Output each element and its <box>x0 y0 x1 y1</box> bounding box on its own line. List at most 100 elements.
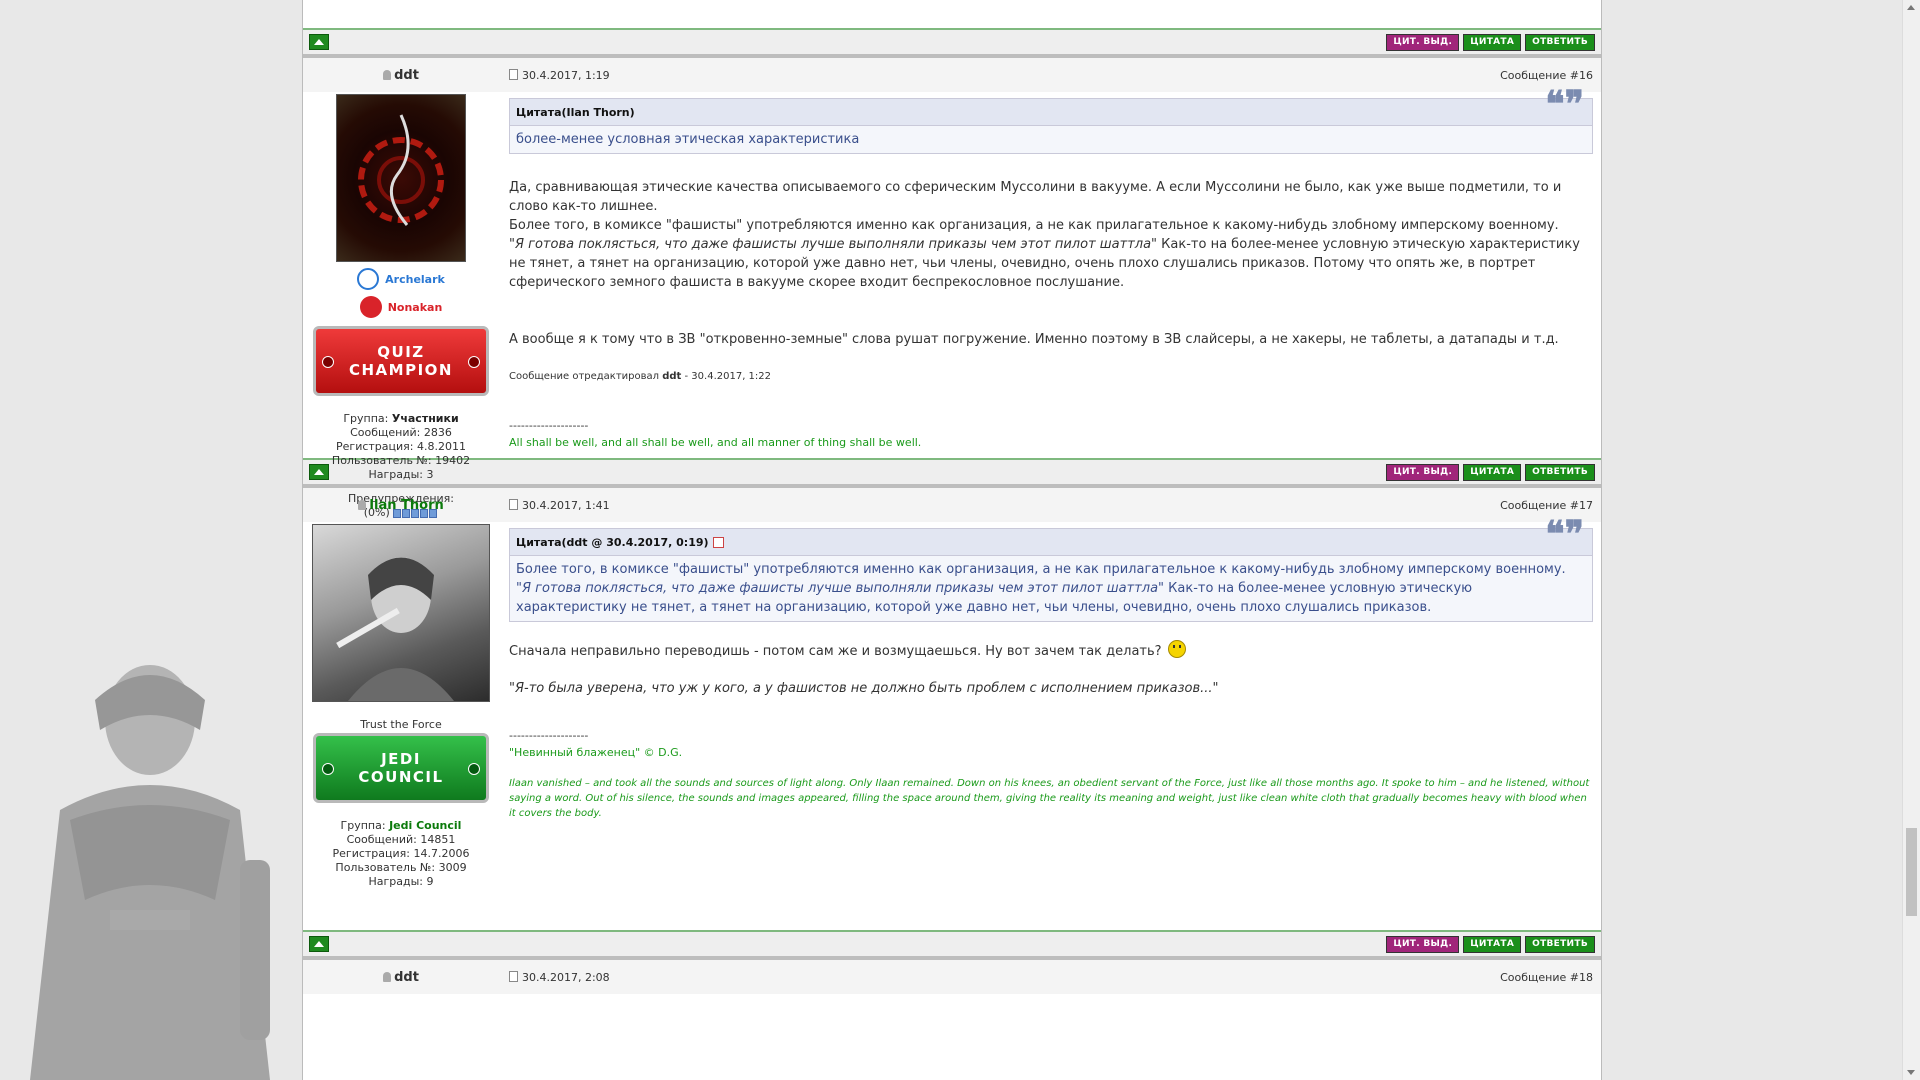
user-title: Trust the Force <box>360 718 442 731</box>
edit-note-date: - 30.4.2017, 1:22 <box>681 371 772 382</box>
reply-button[interactable]: ОТВЕТИТЬ <box>1525 935 1595 953</box>
post-date: 30.4.2017, 1:19 <box>499 68 1500 82</box>
quoted-italic: "Я готова поклясться, что даже фашисты л… <box>516 581 1165 596</box>
scroll-top-button[interactable] <box>309 936 329 952</box>
post-paragraph: А вообще я к тому что в ЗВ "откровенно-з… <box>509 332 1559 347</box>
post-icon <box>509 68 518 80</box>
arrow-up-icon <box>314 39 324 45</box>
badge-line-2: COUNCIL <box>358 768 444 786</box>
post-author[interactable]: ddt <box>303 68 499 83</box>
post-icon <box>509 970 518 982</box>
badge-line-2: CHAMPION <box>349 361 453 379</box>
group-label: Группа: <box>343 412 392 425</box>
quote-text: Более того, в комиксе "фашисты" употребл… <box>510 556 1592 621</box>
signature-line-2: Ilaan vanished – and took all the sounds… <box>509 778 1590 819</box>
post-paragraph: Да, сравнивающая этические качества опис… <box>509 180 1562 214</box>
author-name[interactable]: Ilan Thorn <box>369 498 444 513</box>
post-18: ddt 30.4.2017, 2:08 Сообщение #18 <box>303 960 1601 994</box>
quiz-champion-badge: QUIZ CHAMPION <box>313 326 489 396</box>
author-name[interactable]: ddt <box>394 970 419 985</box>
user-stats: Группа: Jedi Council Сообщений: 14851 Ре… <box>303 819 499 889</box>
post-number-link[interactable]: Сообщение #16 <box>1500 69 1601 82</box>
quote-title-text: Цитата(ddt @ 30.4.2017, 0:19) <box>516 535 709 549</box>
quote-block: Цитата(Ilan Thorn) ❝❞ более-менее условн… <box>509 83 1593 154</box>
post-author[interactable]: ddt <box>303 970 499 985</box>
quote-button[interactable]: ЦИТАТА <box>1463 33 1522 51</box>
registration-date: Регистрация: 4.8.2011 <box>336 440 466 453</box>
registration-date: Регистрация: 14.7.2006 <box>332 847 470 860</box>
reply-button[interactable]: ОТВЕТИТЬ <box>1525 463 1595 481</box>
quote-marks-icon: ❝❞ <box>1545 83 1584 125</box>
signature-line-1: "Невинный блаженец" © D.G. <box>509 746 683 759</box>
post-number-link[interactable]: Сообщение #18 <box>1500 971 1601 984</box>
post-number-link[interactable]: Сообщение #17 <box>1500 499 1601 512</box>
quote-text: более-менее условная этическая характери… <box>516 132 860 147</box>
quote-selected-button[interactable]: ЦИТ. ВЫД. <box>1386 935 1460 953</box>
user-number: Пользователь №: 3009 <box>335 861 467 874</box>
edit-note: Сообщение отредактировал ddt - 30.4.2017… <box>509 367 1593 386</box>
quote-button[interactable]: ЦИТАТА <box>1463 463 1522 481</box>
author-name[interactable]: ddt <box>394 68 419 83</box>
nonakan-award-icon <box>359 296 382 318</box>
badge-line-1: QUIZ <box>377 343 425 361</box>
post-content: Цитата(ddt @ 30.4.2017, 0:19) ❝❞ Более т… <box>499 513 1601 930</box>
signature-separator: -------------------- <box>509 419 589 432</box>
user-number: Пользователь №: 19402 <box>331 454 471 467</box>
avatar[interactable] <box>312 524 490 702</box>
post-date-text: 30.4.2017, 1:19 <box>522 68 610 82</box>
reward-count: Награды: 9 <box>368 875 434 888</box>
arrow-up-icon <box>314 469 324 475</box>
edit-author: ddt <box>662 371 682 382</box>
user-offline-icon <box>358 499 367 510</box>
quote-paragraph: Более того, в комиксе "фашисты" употребл… <box>516 562 1566 577</box>
post-content: Цитата(Ilan Thorn) ❝❞ более-менее условн… <box>499 83 1601 458</box>
forum-topic: ЦИТ. ВЫД. ЦИТАТА ОТВЕТИТЬ ddt 30.4.2017,… <box>302 0 1602 1080</box>
previous-post-remnant <box>303 0 1601 30</box>
post-author[interactable]: Ilan Thorn <box>303 498 499 513</box>
award-nonakan[interactable]: Nonakan <box>303 296 499 318</box>
post-actions-bar: ЦИТ. ВЫД. ЦИТАТА ОТВЕТИТЬ <box>303 932 1601 960</box>
post-icon <box>509 498 518 510</box>
scrollbar-thumb[interactable] <box>1906 828 1917 916</box>
quote-title: Цитата(Ilan Thorn) <box>510 99 1592 126</box>
award-archelark[interactable]: Archelark <box>303 268 499 290</box>
jedi-council-badge: JEDI COUNCIL <box>313 733 489 803</box>
smiley-icon <box>1167 640 1186 658</box>
avatar[interactable] <box>336 94 466 262</box>
user-info-panel: Trust the Force JEDI COUNCIL Группа: Jedi… <box>303 522 499 930</box>
post-date-text: 30.4.2017, 2:08 <box>522 970 610 984</box>
post-actions-bar: ЦИТ. ВЫД. ЦИТАТА ОТВЕТИТЬ <box>303 30 1601 58</box>
page-scrollbar[interactable] <box>1902 0 1920 1080</box>
post-17: Ilan Thorn 30.4.2017, 1:41 Сообщение #17… <box>303 488 1601 930</box>
scroll-top-button[interactable] <box>309 464 329 480</box>
quote-selected-button[interactable]: ЦИТ. ВЫД. <box>1386 463 1460 481</box>
paragraph-text: Сначала неправильно переводишь - потом с… <box>509 644 1162 659</box>
quote-title: Цитата(ddt @ 30.4.2017, 0:19) <box>510 529 1592 556</box>
group-name[interactable]: Jedi Council <box>389 819 461 832</box>
user-info-panel: Archelark Nonakan QUIZ CHAMPION Группа: У… <box>303 92 499 519</box>
quote-selected-button[interactable]: ЦИТ. ВЫД. <box>1386 33 1460 51</box>
background-character-art <box>30 665 270 1080</box>
post-header: ddt 30.4.2017, 2:08 Сообщение #18 <box>303 960 1601 994</box>
quoted-italic: "Я готова поклясться, что даже фашисты л… <box>509 237 1158 252</box>
quote-paragraph: "Я готова поклясться, что даже фашисты л… <box>516 579 1586 617</box>
reply-button[interactable]: ОТВЕТИТЬ <box>1525 33 1595 51</box>
group-label: Группа: <box>340 819 390 832</box>
user-stats: Группа: Участники Сообщений: 2836 Регист… <box>303 412 499 482</box>
post-paragraph: Сначала неправильно переводишь - потом с… <box>509 640 1593 661</box>
message-count: Сообщений: 2836 <box>350 426 452 439</box>
post-date-text: 30.4.2017, 1:41 <box>522 498 610 512</box>
post-header: ddt 30.4.2017, 1:19 Сообщение #16 <box>303 58 1601 92</box>
post-paragraph: "Я готова поклясться, что даже фашисты л… <box>509 235 1593 292</box>
quote-button[interactable]: ЦИТАТА <box>1463 935 1522 953</box>
post-date: 30.4.2017, 2:08 <box>499 970 1500 984</box>
scroll-down-icon[interactable] <box>1907 1070 1915 1075</box>
scroll-top-button[interactable] <box>309 34 329 50</box>
scroll-up-icon[interactable] <box>1907 5 1915 10</box>
expand-quote-icon[interactable] <box>712 536 724 548</box>
group-name: Участники <box>391 412 459 425</box>
arrow-up-icon <box>314 941 324 947</box>
signature-separator: -------------------- <box>509 729 589 742</box>
quote-marks-icon: ❝❞ <box>1545 513 1584 555</box>
quote-block: Цитата(ddt @ 30.4.2017, 0:19) ❝❞ Более т… <box>509 513 1593 622</box>
